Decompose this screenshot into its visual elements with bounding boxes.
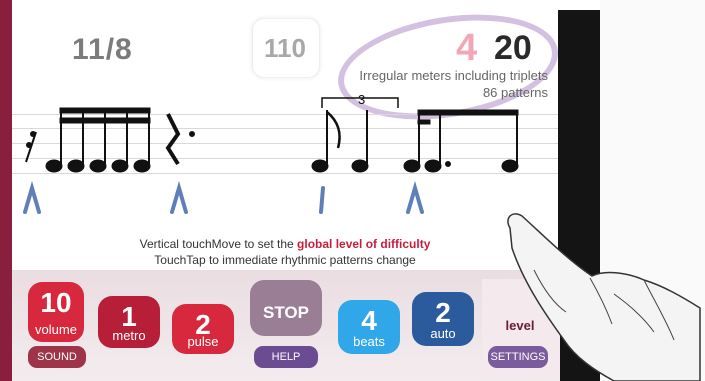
auto-value: 2 bbox=[435, 297, 451, 328]
instruction-line-1: Vertical touchMove to set the global lev… bbox=[12, 236, 558, 252]
tempo-value: 110 bbox=[264, 33, 306, 63]
stop-label: STOP bbox=[263, 303, 309, 322]
rhythm-notation[interactable]: 3 bbox=[12, 90, 558, 230]
pulse-button[interactable]: 2 pulse bbox=[172, 304, 234, 354]
sixteenth-rest-icon bbox=[25, 131, 37, 163]
volume-button[interactable]: 10 volume bbox=[28, 282, 84, 342]
instruction-line-2: TouchTap to immediate rhythmic patterns … bbox=[154, 253, 416, 267]
current-level: 4 bbox=[456, 27, 478, 69]
beats-value: 4 bbox=[361, 305, 377, 336]
instruction-prefix: Vertical touchMove to set the bbox=[139, 237, 298, 251]
triplet-number: 3 bbox=[358, 92, 365, 107]
quarter-rest-icon bbox=[165, 113, 195, 166]
sound-button[interactable]: SOUND bbox=[28, 346, 86, 368]
triplet-notes-icon bbox=[311, 110, 369, 173]
metro-button[interactable]: 1 metro bbox=[98, 296, 160, 348]
instruction-text: Vertical touchMove to set the global lev… bbox=[12, 236, 558, 268]
pulse-label: pulse bbox=[187, 334, 219, 349]
volume-label: volume bbox=[35, 322, 77, 337]
auto-button[interactable]: 2 auto bbox=[412, 292, 474, 346]
sixteenth-note-group-icon bbox=[45, 107, 151, 173]
auto-label: auto bbox=[430, 326, 456, 341]
instruction-highlight: global level of difficulty bbox=[297, 237, 431, 251]
mode-title: Irregular meters including triplets bbox=[359, 68, 548, 83]
total-levels: 20 bbox=[494, 29, 532, 67]
beats-label: beats bbox=[353, 334, 385, 349]
meter-display[interactable]: 11/8 bbox=[72, 33, 133, 67]
stop-button[interactable]: STOP bbox=[250, 280, 322, 336]
beat-accent-markers bbox=[23, 180, 424, 214]
dotted-rhythm-icon bbox=[403, 109, 519, 173]
help-button[interactable]: HELP bbox=[254, 346, 318, 368]
hand-illustration bbox=[507, 213, 701, 381]
metro-label: metro bbox=[112, 328, 146, 343]
volume-value: 10 bbox=[40, 287, 72, 318]
beats-button[interactable]: 4 beats bbox=[338, 300, 400, 354]
left-border bbox=[0, 0, 12, 381]
